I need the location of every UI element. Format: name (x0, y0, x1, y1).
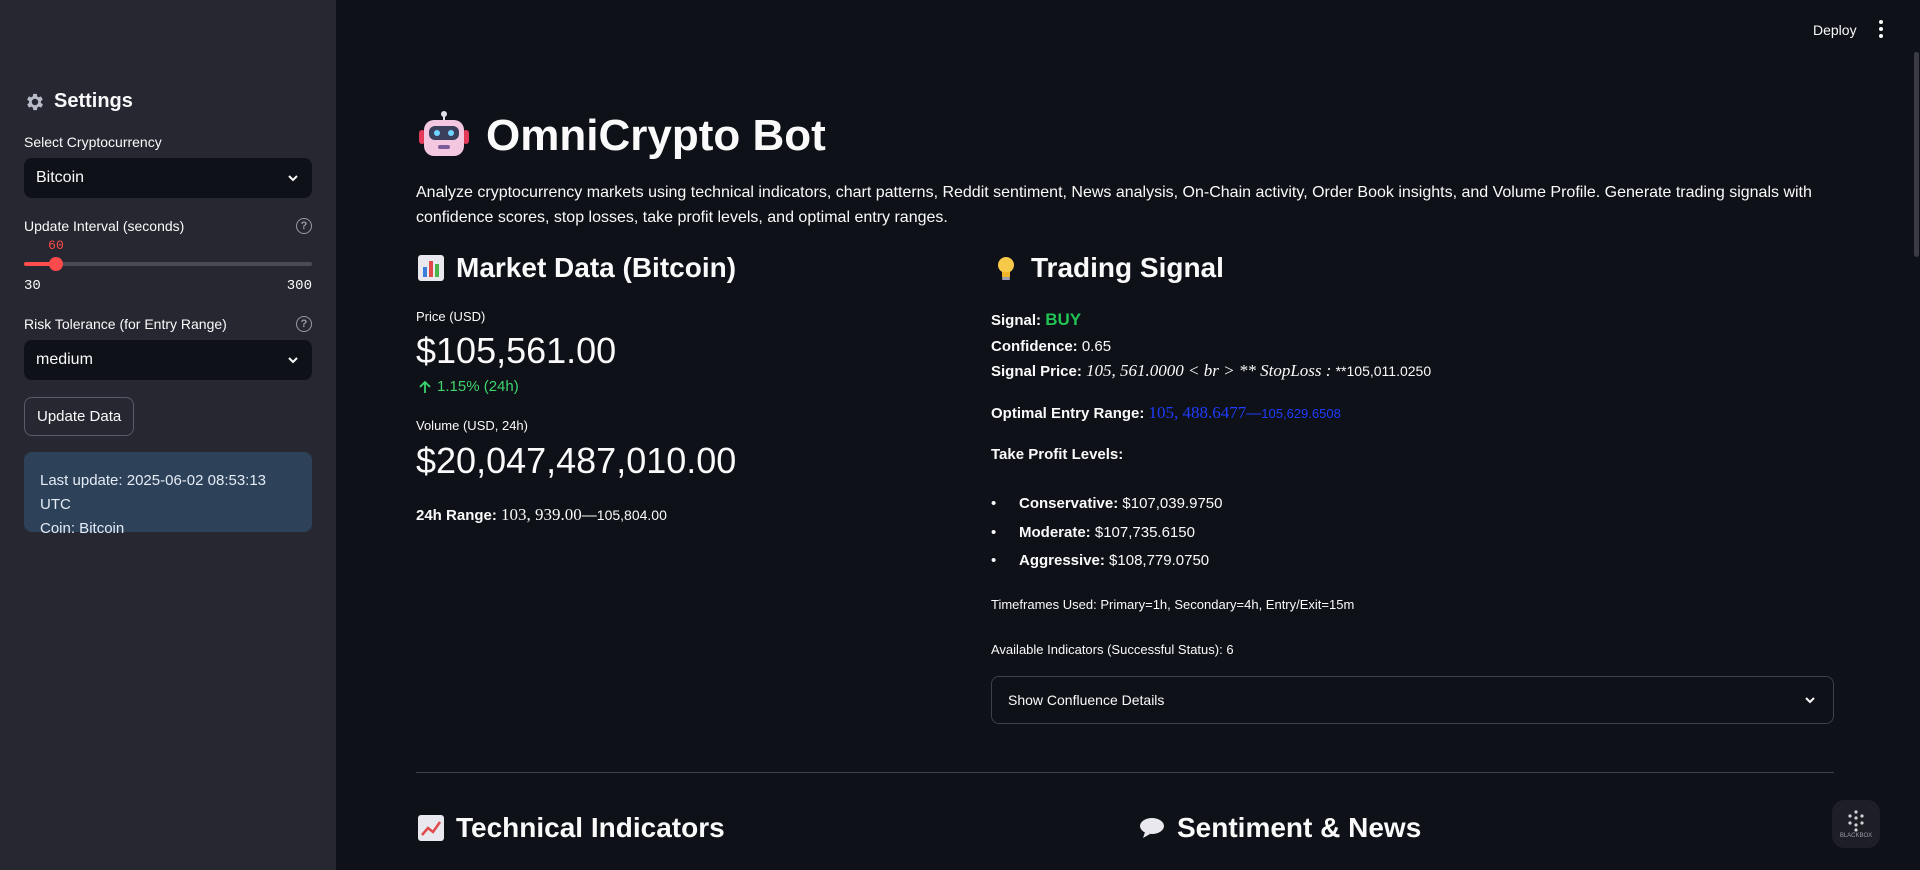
risk-select[interactable]: medium (24, 340, 312, 380)
interval-max: 300 (286, 278, 312, 294)
chevron-down-icon (1805, 697, 1815, 704)
risk-select-value: medium (36, 351, 93, 368)
sentiment-news-heading-text: Sentiment & News (1177, 812, 1422, 843)
page-title: OmniCrypto Bot (416, 108, 826, 164)
deploy-button[interactable]: Deploy (1813, 22, 1857, 38)
tp-label: Conservative: (1019, 495, 1119, 512)
tp-label: Aggressive: (1019, 552, 1105, 569)
range-low: 103, 939.00 (501, 505, 582, 524)
crypto-select-value: Bitcoin (36, 169, 85, 186)
list-item: Conservative: $107,039.9750 (991, 490, 1223, 519)
risk-label: Risk Tolerance (for Entry Range) (24, 316, 227, 332)
confidence-label: Confidence: (991, 338, 1078, 355)
scrollbar[interactable] (1914, 52, 1919, 257)
entry-range-label: Optimal Entry Range: (991, 405, 1145, 422)
tp-label: Moderate: (1019, 523, 1091, 541)
sidebar: Settings Select Cryptocurrency Bitcoin U… (0, 0, 336, 870)
entry-range-sep: — (1246, 405, 1262, 422)
price-label: Price (USD) (416, 309, 486, 324)
bar-chart-icon (418, 255, 444, 281)
list-item: Aggressive: $108,779.0750 (991, 547, 1223, 576)
range-sep: — (581, 507, 597, 524)
sidebar-title-text: Settings (54, 90, 133, 112)
take-profit-heading: Take Profit Levels: (991, 446, 1124, 463)
trading-signal-heading-text: Trading Signal (1031, 252, 1224, 283)
tp-value: $107,039.9750 (1122, 495, 1223, 512)
market-data-heading: Market Data (Bitcoin) (416, 252, 736, 284)
entry-range-line: Optimal Entry Range: 105, 488.6477—105,6… (991, 403, 1341, 423)
range-label: 24h Range: (416, 507, 497, 524)
entry-range-high: 105,629.6508 (1261, 406, 1341, 421)
technical-indicators-heading: Technical Indicators (416, 812, 725, 844)
risk-help-icon[interactable]: ? (296, 316, 312, 332)
timeframes-text: Timeframes Used: Primary=1h, Secondary=4… (991, 597, 1355, 612)
range-line: 24h Range: 103, 939.00—105,804.00 (416, 505, 667, 525)
blackbox-logo-icon (1848, 810, 1864, 832)
crypto-select[interactable]: Bitcoin (24, 158, 312, 198)
interval-min: 30 (24, 278, 41, 294)
blackbox-badge[interactable]: BLACKBOX (1832, 800, 1880, 848)
arrow-up-icon (419, 380, 431, 393)
chevron-down-icon (288, 175, 298, 182)
interval-slider[interactable] (24, 257, 312, 271)
market-data-heading-text: Market Data (Bitcoin) (456, 252, 737, 283)
signal-price-label: Signal Price: (991, 363, 1082, 380)
price-delta-text: 1.15% (24h) (437, 378, 519, 395)
intro-text: Analyze cryptocurrency markets using tec… (416, 184, 1812, 226)
take-profit-list: Conservative: $107,039.9750 Moderate: $1… (991, 490, 1223, 576)
speech-bubble-icon (1140, 818, 1164, 838)
coin-text: Coin: Bitcoin (40, 520, 125, 537)
sidebar-title: Settings (24, 90, 133, 113)
tp-value: $108,779.0750 (1109, 552, 1210, 569)
entry-range-low: 105, 488.6477 (1148, 403, 1247, 422)
signal-label: Signal: (991, 312, 1042, 329)
confidence-value: 0.65 (1081, 338, 1112, 355)
signal-value: BUY (1045, 310, 1082, 329)
signal-price-math: 105, 561.0000 < br > ** StopLoss : (1086, 361, 1332, 380)
divider (416, 772, 1834, 773)
confluence-expander[interactable]: Show Confluence Details (991, 676, 1834, 724)
sentiment-news-heading: Sentiment & News (1137, 812, 1421, 844)
more-menu-icon[interactable] (1878, 20, 1884, 38)
technical-indicators-heading-text: Technical Indicators (456, 812, 725, 843)
update-data-button[interactable]: Update Data (24, 397, 135, 436)
lightbulb-icon (998, 257, 1014, 280)
signal-line: Signal: BUY (991, 310, 1081, 330)
status-info-box: Last update: 2025-06-02 08:53:13 UTC Coi… (24, 452, 312, 537)
price-value: $105,561.00 (416, 330, 617, 371)
trading-signal-heading: Trading Signal (991, 252, 1224, 284)
price-delta: 1.15% (24h) (418, 378, 519, 395)
chevron-down-icon (288, 357, 298, 364)
crypto-select-label: Select Cryptocurrency (24, 134, 162, 150)
blackbox-label: BLACKBOX (1839, 833, 1873, 839)
confluence-expander-label: Show Confluence Details (1008, 692, 1165, 708)
interval-help-icon[interactable]: ? (296, 218, 312, 234)
volume-value: $20,047,487,010.00 (416, 440, 737, 481)
last-update-text: Last update: 2025-06-02 08:53:13 UTC (40, 472, 267, 513)
list-item: Moderate: $107,735.6150 (991, 519, 1223, 548)
gear-icon (27, 93, 43, 110)
volume-label: Volume (USD, 24h) (416, 418, 528, 433)
range-high: 105,804.00 (596, 507, 667, 523)
tp-value: $107,735.6150 (1094, 523, 1195, 541)
page-title-text: OmniCrypto Bot (486, 111, 826, 160)
interval-slider-thumb[interactable] (48, 257, 63, 271)
line-chart-icon (418, 815, 444, 841)
signal-price-tail: **105,011.0250 (1335, 363, 1432, 379)
indicators-text: Available Indicators (Successful Status)… (991, 642, 1234, 657)
confidence-line: Confidence: 0.65 (991, 338, 1111, 355)
interval-slider-value: 60 (48, 238, 64, 253)
robot-icon (419, 111, 469, 156)
signal-price-line: Signal Price: 105, 561.0000 < br > ** St… (991, 361, 1431, 381)
interval-label: Update Interval (seconds) (24, 218, 185, 234)
